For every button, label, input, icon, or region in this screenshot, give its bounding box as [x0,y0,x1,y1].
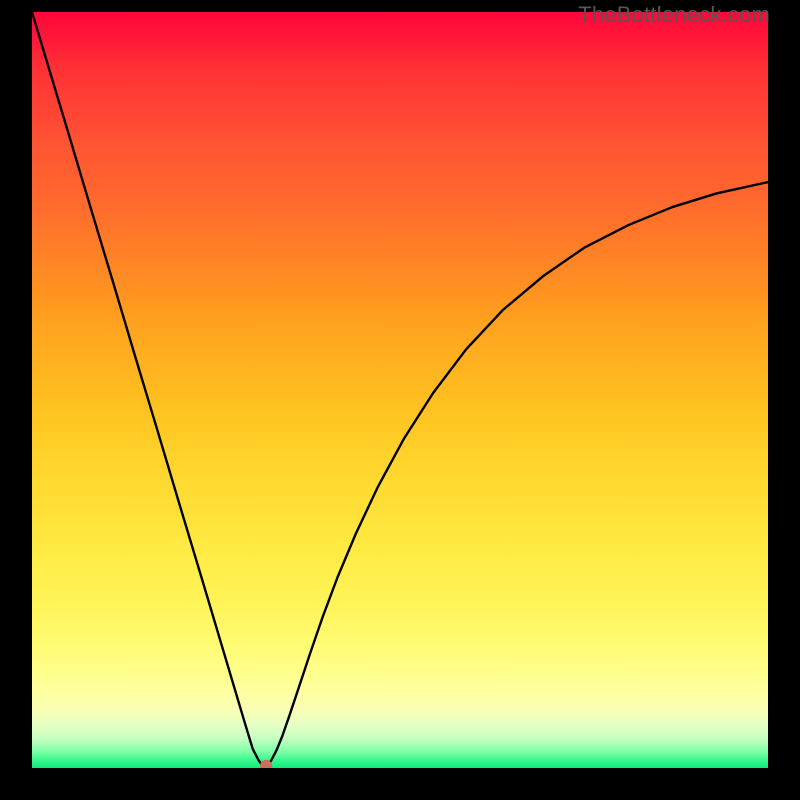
bottleneck-curve [32,12,768,767]
chart-frame: TheBottleneck.com [0,0,800,800]
plot-area [32,12,768,768]
chart-svg [32,12,768,768]
watermark-text: TheBottleneck.com [578,2,770,28]
